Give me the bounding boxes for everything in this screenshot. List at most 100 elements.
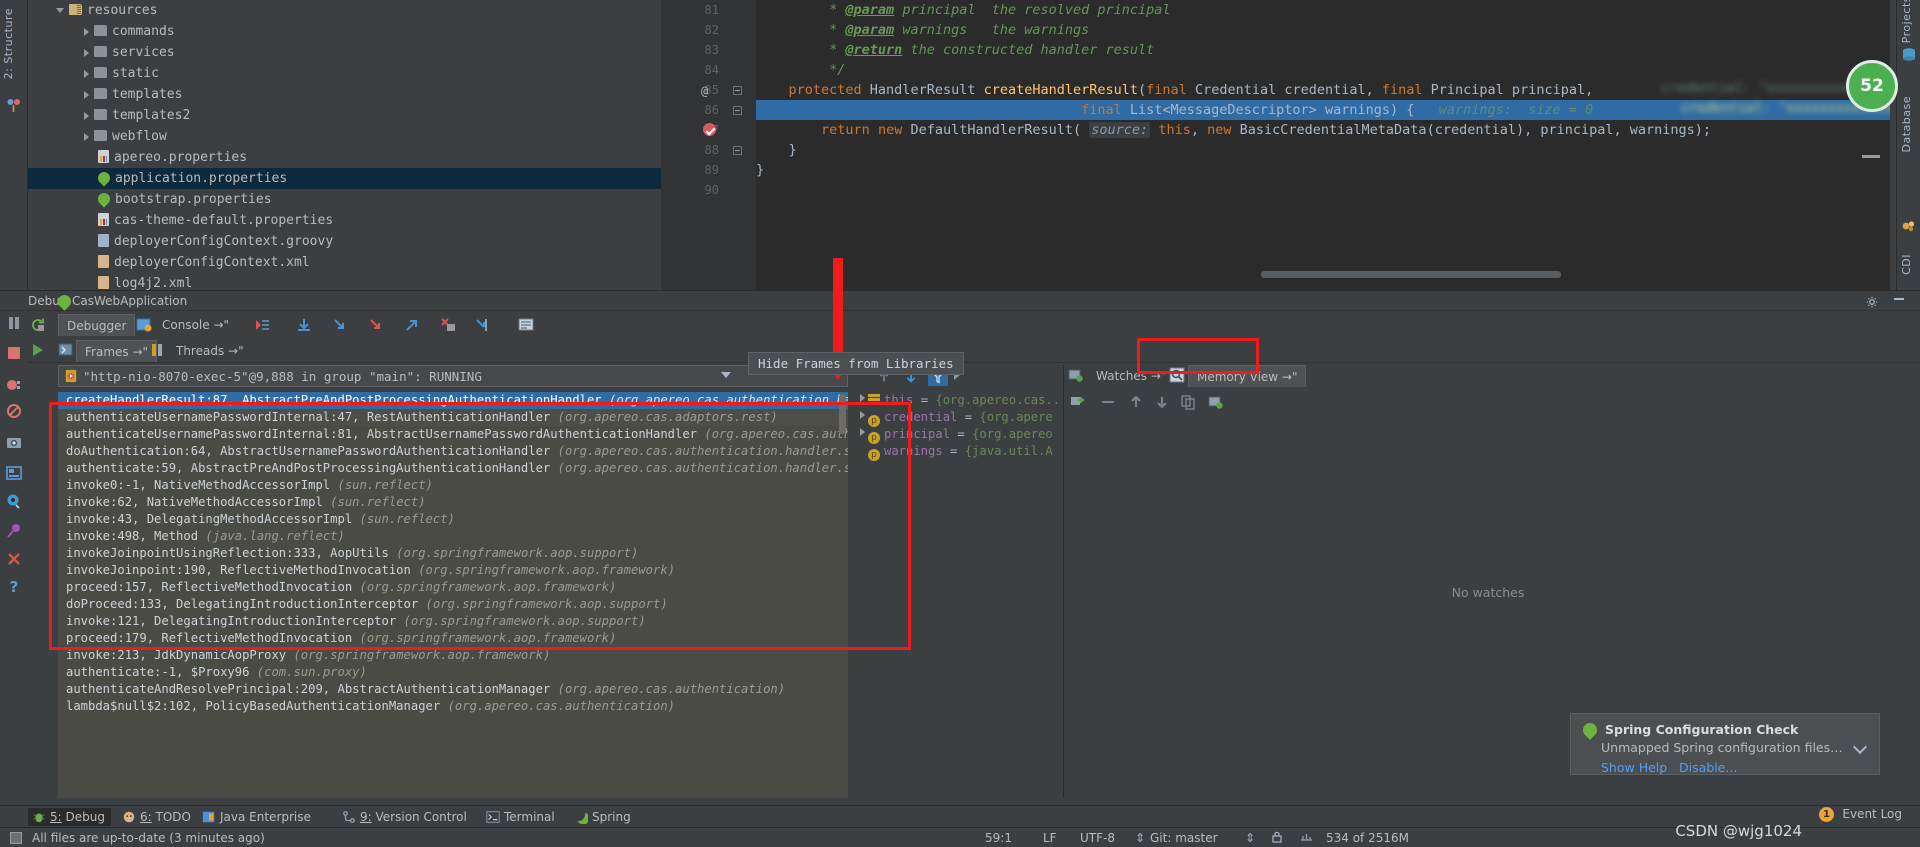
background-tasks-icon[interactable]: [1300, 831, 1313, 846]
threads-icon[interactable]: [150, 342, 166, 358]
frame-row[interactable]: invoke0:-1, NativeMethodAccessorImpl (su…: [58, 477, 848, 494]
code-editor[interactable]: 81828384858687888990 @ * @param principa…: [661, 0, 1890, 290]
structure-balloon-icon[interactable]: [6, 98, 22, 114]
tree-item-cas-theme-default-properties[interactable]: cas-theme-default.properties: [28, 210, 661, 231]
variable-row[interactable]: pwarnings = {java.util.A: [860, 443, 1060, 460]
sidebar-tab-database[interactable]: Database: [1900, 96, 1913, 153]
close-icon[interactable]: [6, 551, 22, 567]
override-annotation-gutter-icon[interactable]: @: [701, 84, 708, 98]
frame-row[interactable]: authenticate:-1, $Proxy96 (com.sun.proxy…: [58, 664, 848, 681]
sidebar-tab-projects[interactable]: Projects: [1900, 0, 1913, 43]
step-into-icon[interactable]: [332, 317, 348, 333]
bottom-tab-java-enterprise[interactable]: Java Enterprise: [198, 808, 317, 826]
cdi-beans-icon[interactable]: [1901, 218, 1917, 234]
rerun-icon[interactable]: [30, 317, 46, 333]
tree-item-static[interactable]: static: [28, 63, 661, 84]
pause-icon[interactable]: [6, 315, 22, 331]
variable-row[interactable]: pprincipal = {org.apereo: [860, 426, 1060, 443]
frame-row[interactable]: doProceed:133, DelegatingIntroductionInt…: [58, 596, 848, 613]
tree-item-apereo-properties[interactable]: apereo.properties: [28, 147, 661, 168]
encoding-chevron-icon[interactable]: ⇕: [1135, 831, 1145, 845]
tab-frames[interactable]: Frames →": [76, 340, 157, 362]
frames-icon[interactable]: [58, 342, 74, 358]
tree-item-deployerconfigcontext-groovy[interactable]: deployerConfigContext.groovy: [28, 231, 661, 252]
camera-icon[interactable]: [6, 435, 22, 451]
tree-item-webflow[interactable]: webflow: [28, 126, 661, 147]
sidebar-tab-cdi[interactable]: CDI: [1900, 254, 1913, 275]
layout-settings-icon[interactable]: [6, 465, 22, 481]
caret-position[interactable]: 59:1: [985, 831, 1012, 845]
step-over-icon[interactable]: [296, 317, 312, 333]
memory-view-icon[interactable]: [1169, 367, 1185, 383]
frame-row[interactable]: createHandlerResult:87, AbstractPreAndPo…: [58, 392, 848, 409]
bottom-tab-terminal[interactable]: Terminal: [482, 808, 561, 826]
tree-item-deployerconfigcontext-xml[interactable]: deployerConfigContext.xml: [28, 252, 661, 273]
force-step-into-icon[interactable]: [368, 317, 384, 333]
branch-chevron-icon[interactable]: ⇕: [1245, 831, 1255, 845]
watches-icon[interactable]: [1068, 367, 1084, 383]
chevron-right-icon[interactable]: [860, 428, 865, 436]
tree-item-commands[interactable]: commands: [28, 21, 661, 42]
frame-row[interactable]: authenticateAndResolvePrincipal:209, Abs…: [58, 681, 848, 698]
lock-icon[interactable]: [1272, 831, 1282, 846]
frame-row[interactable]: lambda$null$2:102, PolicyBasedAuthentica…: [58, 698, 848, 715]
drop-frame-icon[interactable]: [440, 317, 456, 333]
line-separator[interactable]: LF: [1043, 831, 1057, 845]
sidebar-tab-structure[interactable]: 2: Structure: [2, 8, 15, 79]
chevron-right-icon[interactable]: [84, 91, 89, 99]
chevron-right-icon[interactable]: [860, 411, 865, 419]
bottom-tab-debug[interactable]: 5: Debug: [28, 808, 111, 826]
variable-row[interactable]: this = {org.apereo.cas..: [860, 392, 1060, 409]
frame-row[interactable]: authenticateUsernamePasswordInternal:81,…: [58, 426, 848, 443]
step-out-icon[interactable]: [404, 317, 420, 333]
frame-row[interactable]: proceed:179, ReflectiveMethodInvocation …: [58, 630, 848, 647]
frame-row[interactable]: authenticate:59, AbstractPreAndPostProce…: [58, 460, 848, 477]
settings-gear-icon[interactable]: [6, 493, 22, 509]
frame-row[interactable]: proceed:157, ReflectiveMethodInvocation …: [58, 579, 848, 596]
frame-row[interactable]: invoke:121, DelegatingIntroductionInterc…: [58, 613, 848, 630]
frame-row[interactable]: doAuthentication:64, AbstractUsernamePas…: [58, 443, 848, 460]
tree-item-resources[interactable]: resources: [28, 0, 661, 21]
mute-breakpoints-icon[interactable]: [6, 403, 22, 419]
tree-item-services[interactable]: services: [28, 42, 661, 63]
tab-threads[interactable]: Threads →": [168, 340, 252, 362]
tree-item-application-properties[interactable]: application.properties: [28, 168, 661, 189]
chevron-right-icon[interactable]: [84, 133, 89, 141]
editor-gutter[interactable]: 81828384858687888990: [661, 0, 756, 290]
debug-run-configuration-name[interactable]: CasWebApplication: [72, 294, 187, 308]
breakpoint-icon[interactable]: [703, 123, 716, 136]
tree-item-templates[interactable]: templates: [28, 84, 661, 105]
coverage-progress-badge[interactable]: 52: [1846, 60, 1898, 112]
hide-tool-window-icon[interactable]: [1894, 298, 1904, 300]
tab-debugger[interactable]: Debugger: [58, 314, 135, 336]
show-execution-point-icon[interactable]: [254, 317, 270, 333]
chevron-right-icon[interactable]: [84, 49, 89, 57]
frame-row[interactable]: invokeJoinpoint:190, ReflectiveMethodInv…: [58, 562, 848, 579]
run-to-cursor-icon[interactable]: [474, 317, 490, 333]
code-fold-icon[interactable]: [733, 146, 742, 155]
disable-link[interactable]: Disable...: [1679, 760, 1737, 775]
tab-console[interactable]: Console →": [154, 314, 237, 336]
git-branch[interactable]: Git: master: [1150, 831, 1218, 845]
frame-row[interactable]: invoke:62, NativeMethodAccessorImpl (sun…: [58, 494, 848, 511]
frames-scrollbar[interactable]: [839, 394, 846, 434]
code-fold-icon[interactable]: [733, 106, 742, 115]
spring-configuration-check-notification[interactable]: Spring Configuration Check Unmapped Spri…: [1570, 713, 1880, 775]
tree-item-log4j2-xml[interactable]: log4j2.xml: [28, 273, 661, 290]
editor-horizontal-scrollbar[interactable]: [1261, 271, 1561, 278]
chevron-right-icon[interactable]: [84, 70, 89, 78]
thread-selector[interactable]: "http-nio-8070-exec-5"@9,888 in group "m…: [58, 365, 848, 387]
bottom-tab-spring[interactable]: Spring: [570, 808, 637, 826]
event-log-button[interactable]: Event Log: [1842, 807, 1902, 821]
frame-row[interactable]: invoke:43, DelegatingMethodAccessorImpl …: [58, 511, 848, 528]
show-help-link[interactable]: Show Help: [1601, 760, 1667, 775]
code-fold-icon[interactable]: [733, 86, 742, 95]
view-breakpoints-icon[interactable]: [6, 377, 22, 393]
frame-row[interactable]: invokeJoinpointUsingReflection:333, AopU…: [58, 545, 848, 562]
editor-fold-marker[interactable]: [1862, 155, 1880, 158]
help-icon[interactable]: ?: [6, 579, 22, 595]
bottom-tab-todo[interactable]: 6: TODO: [118, 808, 197, 826]
pin-icon[interactable]: [6, 523, 22, 539]
tab-memory-view[interactable]: Memory View →": [1188, 365, 1306, 387]
chevron-down-icon[interactable]: [56, 8, 64, 13]
